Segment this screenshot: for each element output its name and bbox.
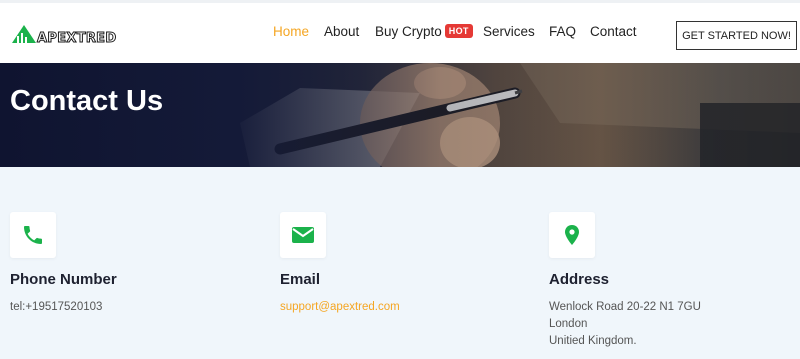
page-title: Contact Us (10, 85, 164, 117)
nav-item-services[interactable]: Services (483, 24, 535, 39)
location-pin-icon (565, 225, 579, 245)
phone-title: Phone Number (10, 271, 117, 288)
brand-logo[interactable]: APEXTRED (12, 23, 117, 47)
nav-item-faq[interactable]: FAQ (549, 24, 576, 39)
page-banner: Contact Us (0, 63, 800, 167)
contact-card-address: Address Wenlock Road 20-22 N1 7GU London… (549, 212, 789, 347)
phone-value[interactable]: tel:+19517520103 (10, 301, 102, 313)
phone-icon (24, 226, 42, 244)
contact-card-phone: Phone Number tel:+19517520103 (10, 212, 250, 313)
nav-item-contact[interactable]: Contact (590, 24, 637, 39)
nav-item-buy-crypto[interactable]: Buy Crypto HOT (375, 24, 473, 39)
site-header: APEXTRED Home About Buy Crypto HOT Servic… (0, 0, 800, 63)
get-started-button[interactable]: GET STARTED NOW! (676, 21, 797, 50)
nav-item-buy-crypto-label: Buy Crypto (375, 24, 442, 39)
envelope-icon (292, 227, 314, 243)
email-title: Email (280, 271, 321, 288)
email-icon-box (280, 212, 326, 258)
email-link[interactable]: support@apextred.com (280, 301, 400, 313)
hot-badge: HOT (444, 24, 473, 38)
address-line-1: Wenlock Road 20-22 N1 7GU (549, 301, 701, 313)
phone-icon-box (10, 212, 56, 258)
contact-card-email: Email support@apextred.com (280, 212, 520, 313)
address-title: Address (549, 271, 610, 288)
logo-mark-icon (12, 23, 36, 47)
address-line-3: Unitied Kingdom. (549, 335, 637, 347)
nav-item-about[interactable]: About (324, 24, 359, 39)
address-line-2: London (549, 318, 588, 330)
address-icon-box (549, 212, 595, 258)
brand-name: APEXTRED (36, 30, 117, 46)
nav-item-home[interactable]: Home (273, 24, 309, 39)
